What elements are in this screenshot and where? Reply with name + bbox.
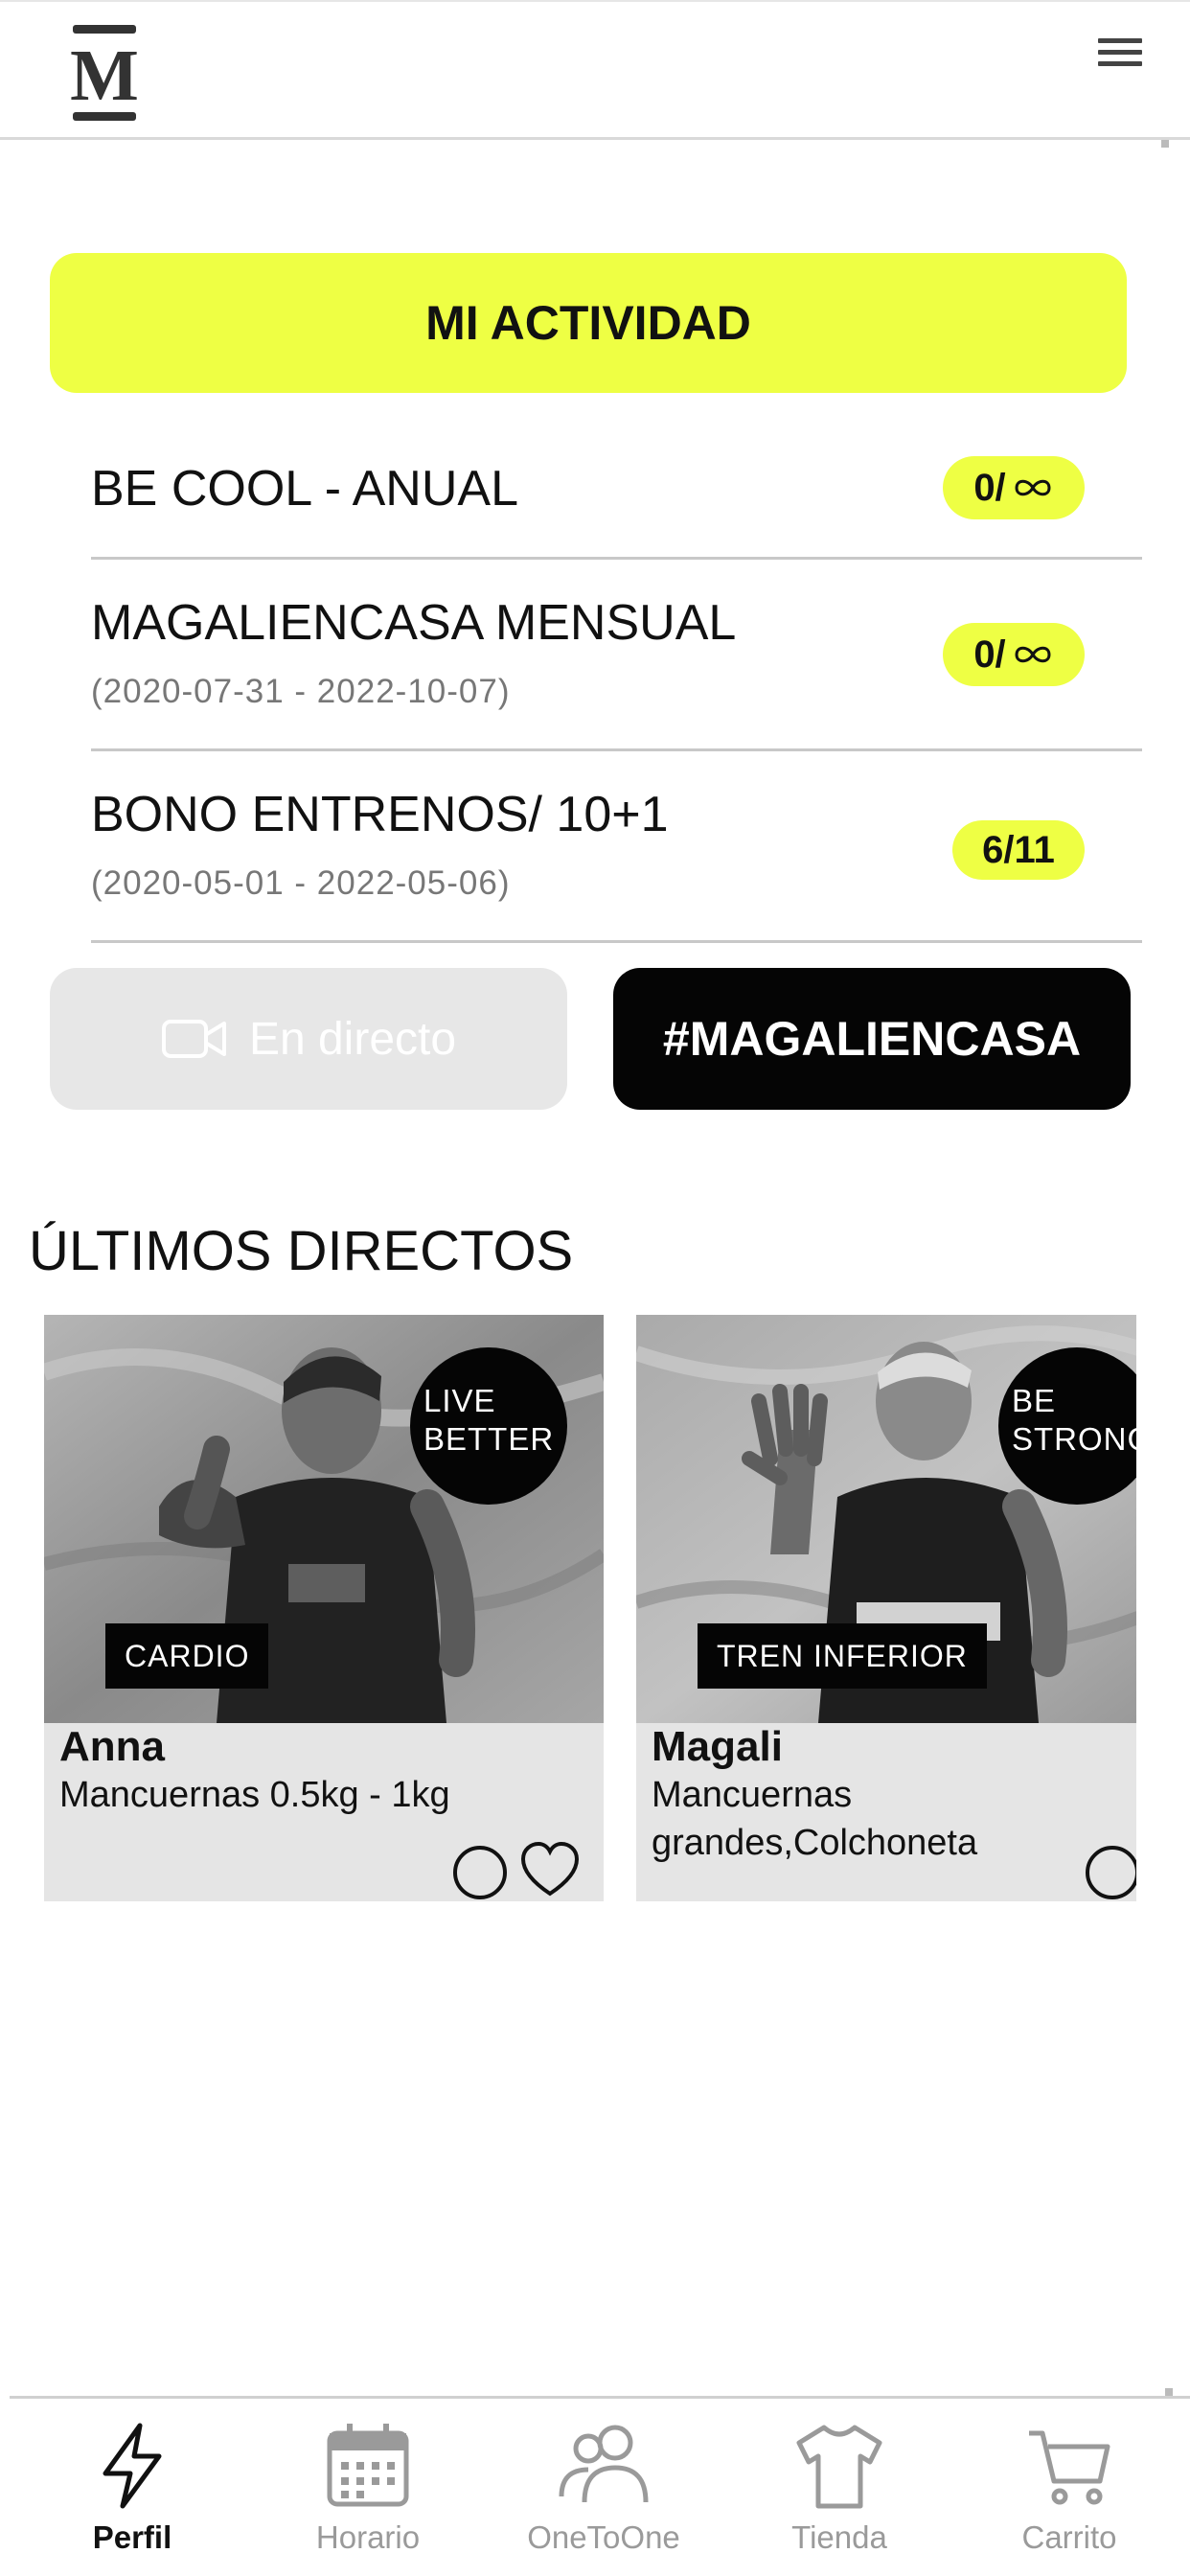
- magaliencasa-button[interactable]: #MAGALIENCASA: [613, 968, 1131, 1110]
- shopping-cart-icon: [1029, 2430, 1110, 2505]
- scroll-indicator: [1165, 2388, 1173, 2396]
- live-card[interactable]: LIVE BETTER CARDIO Anna Mancuernas 0.5kg…: [44, 1315, 604, 1901]
- infinity-icon: [1015, 479, 1051, 496]
- lightning-bolt-icon: [103, 2423, 162, 2509]
- video-camera-icon: [161, 1020, 226, 1058]
- nav-item-horario[interactable]: Horario: [263, 2399, 473, 2576]
- heart-icon[interactable]: [519, 1840, 581, 1899]
- plan-item[interactable]: MAGALIENCASA MENSUAL (2020-07-31 - 2022-…: [91, 560, 1142, 751]
- live-cards-carousel[interactable]: LIVE BETTER CARDIO Anna Mancuernas 0.5kg…: [44, 1315, 1136, 1905]
- my-activity-button[interactable]: MI ACTIVIDAD: [50, 253, 1127, 393]
- category-tag: TREN INFERIOR: [698, 1623, 987, 1689]
- people-icon: [559, 2425, 649, 2503]
- plan-name: BE COOL - ANUAL: [91, 461, 518, 517]
- program-badge-line: STRONG: [1012, 1421, 1136, 1457]
- equipment-text: Mancuernas grandes,Colchoneta: [652, 1775, 978, 1863]
- nav-item-carrito[interactable]: Carrito: [964, 2399, 1175, 2576]
- plan-name: MAGALIENCASA MENSUAL: [91, 595, 737, 651]
- nav-item-tienda[interactable]: Tienda: [734, 2399, 945, 2576]
- live-card[interactable]: BE STRONG TREN INFERIOR Magali Mancuerna…: [636, 1315, 1136, 1901]
- instructor-photo: LIVE BETTER CARDIO: [44, 1315, 604, 1723]
- top-header: M: [0, 0, 1190, 140]
- plan-item[interactable]: BONO ENTRENOS/ 10+1 (2020-05-01 - 2022-0…: [91, 751, 1142, 943]
- scroll-indicator: [1161, 140, 1169, 148]
- hamburger-menu-icon[interactable]: [1098, 38, 1142, 73]
- circle-icon[interactable]: [450, 1840, 510, 1899]
- plan-item[interactable]: BE COOL - ANUAL 0/: [91, 422, 1142, 560]
- live-button-label: En directo: [248, 1013, 457, 1065]
- program-badge-line: BE: [1012, 1383, 1057, 1418]
- plan-usage-badge: 0/: [943, 456, 1085, 519]
- nav-label: OneToOne: [527, 2519, 680, 2555]
- circle-icon[interactable]: [1083, 1840, 1136, 1899]
- nav-item-onetoone[interactable]: OneToOne: [498, 2399, 709, 2576]
- nav-label: Horario: [315, 2519, 421, 2555]
- plan-dates: (2020-05-01 - 2022-05-06): [91, 864, 511, 902]
- calendar-icon: [327, 2424, 409, 2507]
- plan-usage-count: 0/: [973, 632, 1006, 676]
- nav-item-perfil[interactable]: Perfil: [27, 2399, 238, 2576]
- nav-label: Tienda: [791, 2519, 887, 2555]
- instructor-photo: BE STRONG TREN INFERIOR: [636, 1315, 1136, 1723]
- bottom-nav: Perfil Horario OneToOne Tienda Carrito: [10, 2396, 1190, 2576]
- equipment-text: Mancuernas 0.5kg - 1kg: [59, 1775, 450, 1815]
- instructor-name: Anna: [59, 1723, 165, 1770]
- category-tag: CARDIO: [105, 1623, 269, 1689]
- tshirt-icon: [796, 2425, 882, 2509]
- program-badge-line: BETTER: [423, 1421, 555, 1457]
- plan-dates: (2020-07-31 - 2022-10-07): [91, 673, 511, 710]
- plan-name: BONO ENTRENOS/ 10+1: [91, 787, 669, 842]
- app-screen: M MI ACTIVIDAD BE COOL - ANUAL 0/ MAGALI…: [0, 0, 1190, 2576]
- program-badge-line: LIVE: [423, 1383, 496, 1418]
- plan-usage-badge: 6/11: [952, 820, 1085, 880]
- logo-letter: M: [70, 35, 139, 116]
- plan-usage-badge: 0/: [943, 623, 1085, 686]
- program-badge: LIVE BETTER: [410, 1347, 567, 1505]
- infinity-icon: [1015, 646, 1051, 663]
- plan-usage-count: 0/: [973, 466, 1006, 509]
- nav-label: Carrito: [1021, 2519, 1117, 2555]
- instructor-name: Magali: [652, 1723, 783, 1770]
- section-title: ÚLTIMOS DIRECTOS: [29, 1220, 574, 1282]
- brand-logo[interactable]: M: [69, 23, 140, 123]
- nav-label: Perfil: [92, 2519, 172, 2555]
- live-button[interactable]: En directo: [50, 968, 567, 1110]
